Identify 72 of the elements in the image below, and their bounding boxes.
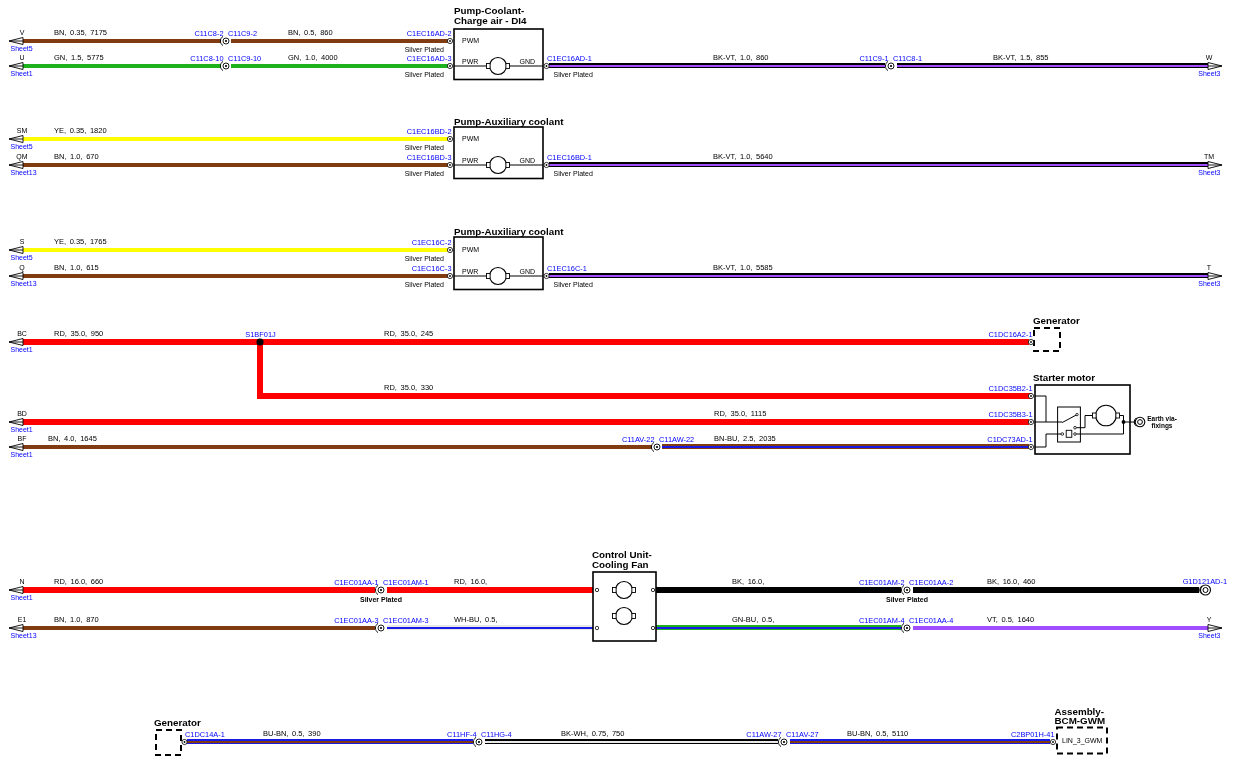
internal-wire (507, 65, 543, 67)
motor-icon (486, 266, 510, 286)
pin-icon (543, 162, 550, 168)
component-title: Assembly- BCM-GWM (1054, 706, 1106, 726)
inline-connector-icon (473, 736, 483, 748)
internal-wire (454, 275, 488, 277)
module-box (1056, 726, 1108, 755)
pin-icon (543, 273, 550, 279)
off-sheet-arrow-icon (8, 338, 24, 346)
component-title: Generator (1033, 315, 1080, 326)
internal-wire (454, 65, 488, 67)
off-sheet-arrow-icon (8, 62, 24, 70)
generator-box (1033, 327, 1061, 352)
component-title: Pump-Coolant- Charge air - DI4 (454, 4, 527, 26)
pin-icon (447, 136, 453, 142)
inline-connector-icon (777, 736, 788, 748)
component-title: Starter motor (1033, 372, 1096, 383)
fan-motor-icon (612, 606, 636, 626)
internal-wire (507, 275, 543, 277)
component-title: Generator (154, 717, 201, 728)
off-sheet-arrow-icon (8, 135, 24, 143)
component-title: Pump-Auxiliary coolant (454, 115, 564, 127)
pin-icon (447, 63, 453, 69)
inline-connector-icon (220, 35, 230, 47)
ground-terminal-icon (1199, 584, 1212, 596)
motor-icon (486, 155, 510, 175)
motor-icon (486, 56, 510, 76)
generator-box (155, 729, 182, 756)
pin-icon (1028, 393, 1034, 399)
pin-icon (650, 587, 656, 593)
pin-icon (447, 273, 453, 279)
internal-wire (454, 164, 488, 166)
inline-connector-icon (220, 60, 230, 72)
pin-icon (594, 587, 600, 593)
pin-icon (181, 739, 188, 745)
off-sheet-arrow-icon (1207, 161, 1223, 169)
inline-connector-icon (650, 441, 661, 453)
pin-icon (447, 247, 453, 253)
off-sheet-arrow-icon (8, 161, 24, 169)
pin-icon (447, 162, 453, 168)
off-sheet-arrow-icon (8, 443, 24, 451)
fan-motor-icon (612, 580, 636, 600)
inline-connector-icon (375, 622, 385, 634)
component-title: Control Unit- Cooling Fan (592, 549, 652, 570)
inline-connector-icon (900, 622, 911, 634)
inline-connector-icon (900, 584, 911, 596)
earth-terminal-icon (1129, 416, 1146, 428)
pin-icon (1028, 339, 1034, 345)
pin-icon (1050, 739, 1056, 745)
solenoid-switch-drawing (1057, 406, 1081, 443)
inline-connector-icon (375, 584, 385, 596)
off-sheet-arrow-icon (8, 37, 24, 45)
off-sheet-arrow-icon (8, 246, 24, 254)
off-sheet-arrow-icon (8, 586, 24, 594)
off-sheet-arrow-icon (8, 624, 24, 632)
off-sheet-arrow-icon (1207, 62, 1223, 70)
pin-icon (1028, 419, 1034, 425)
off-sheet-arrow-icon (1207, 624, 1223, 632)
component-title: Pump-Auxiliary coolant (454, 226, 564, 237)
splice-dot-icon (256, 338, 264, 346)
pin-icon (1028, 444, 1034, 450)
junction-dot-icon (1121, 420, 1126, 424)
off-sheet-arrow-icon (1207, 272, 1223, 280)
pin-icon (543, 63, 550, 69)
internal-wire (507, 164, 543, 166)
inline-connector-icon (884, 60, 895, 72)
pin-icon (594, 625, 600, 631)
pin-icon (447, 38, 453, 44)
off-sheet-arrow-icon (8, 272, 24, 280)
off-sheet-arrow-icon (8, 418, 24, 426)
pin-icon (650, 625, 656, 631)
motor-icon (1092, 404, 1120, 427)
